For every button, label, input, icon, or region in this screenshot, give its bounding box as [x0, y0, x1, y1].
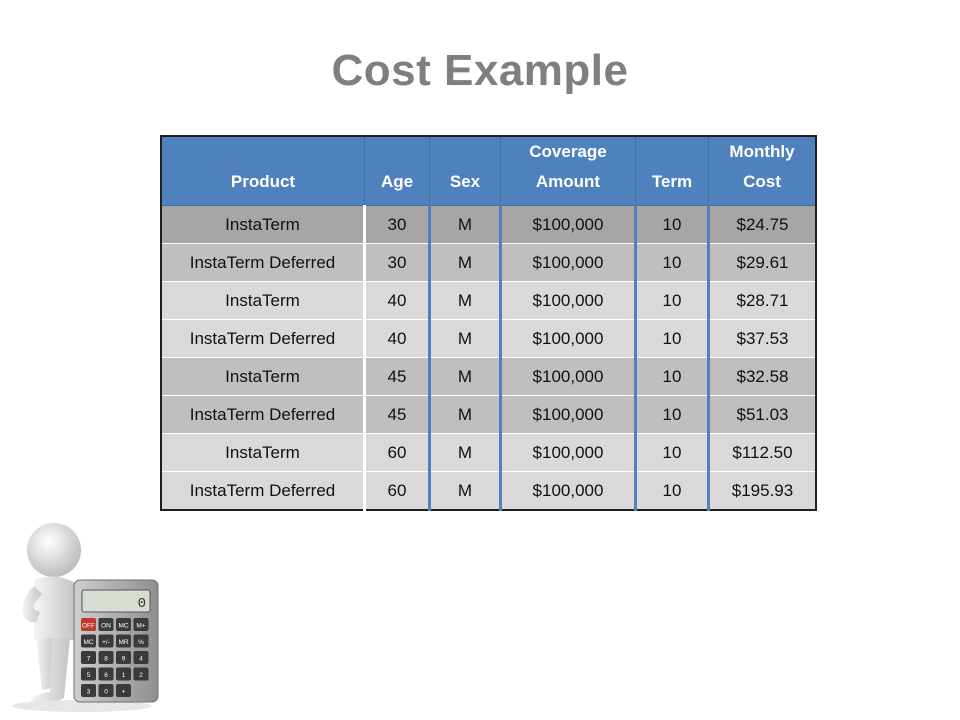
calculator-key-label: 9: [122, 656, 126, 663]
cell-age: 45: [364, 357, 431, 396]
calculator-key-label: MR: [118, 639, 128, 646]
cell-product: InstaTerm: [160, 433, 366, 472]
calculator-key-label: MC: [83, 639, 93, 646]
cell-product: InstaTerm Deferred: [160, 471, 366, 511]
calculator-key-label: M+: [136, 623, 145, 630]
cell-product: InstaTerm: [160, 205, 366, 244]
cell-sex: M: [429, 319, 502, 358]
person-body: [34, 576, 76, 640]
cell-term: 10: [635, 395, 710, 434]
calculator-key-label: 7: [87, 656, 91, 663]
header-product: Product: [160, 135, 365, 206]
calculator-key-label: +/-: [102, 639, 110, 646]
cell-monthly-cost: $112.50: [708, 433, 817, 472]
cell-coverage-amount: $100,000: [500, 357, 637, 396]
header-coverage-line1: Coverage: [529, 142, 607, 161]
calculator-key-label: 1: [122, 672, 126, 679]
cell-age: 60: [364, 433, 431, 472]
calculator-key-label: 4: [139, 656, 143, 663]
cell-monthly-cost: $32.58: [708, 357, 817, 396]
table-body: InstaTerm 30 M $100,000 10 $24.75 InstaTerm De…: [160, 205, 817, 511]
cell-term: 10: [635, 281, 710, 320]
cell-coverage-amount: $100,000: [500, 281, 637, 320]
calculator-key-label: 5: [87, 672, 91, 679]
cell-sex: M: [429, 433, 502, 472]
cell-term: 10: [635, 319, 710, 358]
calculator-key-label: +: [122, 689, 126, 696]
cell-coverage-amount: $100,000: [500, 243, 637, 282]
header-term: Term: [635, 135, 709, 206]
illustration-svg: 0 OFF ON MC M+ MC +/- MR % 7 8 9 4 5 6 1 2 3 0 +: [12, 523, 159, 712]
table-row: InstaTerm 30 M $100,000 10 $24.75: [160, 205, 817, 244]
page-title: Cost Example: [331, 46, 629, 95]
cell-age: 30: [364, 243, 431, 282]
table-row: InstaTerm Deferred 45 M $100,000 10 $51.03: [160, 395, 817, 434]
calculator-key-label: 6: [104, 672, 108, 679]
cell-coverage-amount: $100,000: [500, 205, 637, 244]
cell-coverage-amount: $100,000: [500, 433, 637, 472]
cell-sex: M: [429, 243, 502, 282]
cost-table: Product Age Sex Coverage Amount Term Mon…: [160, 135, 817, 511]
cell-monthly-cost: $37.53: [708, 319, 817, 358]
calculator-display-value: 0: [138, 596, 146, 612]
cell-sex: M: [429, 205, 502, 244]
header-coverage-line2: Amount: [535, 172, 601, 191]
table-row: InstaTerm 45 M $100,000 10 $32.58: [160, 357, 817, 396]
cell-monthly-cost: $195.93: [708, 471, 817, 511]
cell-age: 40: [364, 281, 431, 320]
cell-monthly-cost: $24.75: [708, 205, 817, 244]
header-sex: Sex: [429, 135, 501, 206]
calculator-key-label: OFF: [82, 623, 95, 630]
cell-term: 10: [635, 243, 710, 282]
calculator-key-label: 3: [87, 689, 91, 696]
cell-product: InstaTerm Deferred: [160, 395, 366, 434]
cell-monthly-cost: $28.71: [708, 281, 817, 320]
table-row: InstaTerm Deferred 30 M $100,000 10 $29.61: [160, 243, 817, 282]
header-monthly-cost: Monthly Cost: [708, 135, 817, 206]
cell-term: 10: [635, 433, 710, 472]
cell-product: InstaTerm: [160, 357, 366, 396]
cell-monthly-cost: $29.61: [708, 243, 817, 282]
cell-term: 10: [635, 471, 710, 511]
cell-term: 10: [635, 357, 710, 396]
cell-product: InstaTerm Deferred: [160, 319, 366, 358]
cell-term: 10: [635, 205, 710, 244]
table-row: InstaTerm Deferred 40 M $100,000 10 $37.53: [160, 319, 817, 358]
cell-product: InstaTerm Deferred: [160, 243, 366, 282]
table-row: InstaTerm 60 M $100,000 10 $112.50: [160, 433, 817, 472]
header-age: Age: [364, 135, 430, 206]
calculator-key-label: MC: [118, 623, 128, 630]
calculator-key-label: ON: [101, 623, 111, 630]
table-row: InstaTerm 40 M $100,000 10 $28.71: [160, 281, 817, 320]
calculator-key-label: 2: [139, 672, 143, 679]
header-monthly-line2: Cost: [743, 172, 781, 191]
cell-coverage-amount: $100,000: [500, 319, 637, 358]
cell-coverage-amount: $100,000: [500, 471, 637, 511]
cell-sex: M: [429, 395, 502, 434]
calculator-key-label: 0: [104, 689, 108, 696]
person-head: [27, 523, 81, 577]
cell-age: 60: [364, 471, 431, 511]
cell-age: 45: [364, 395, 431, 434]
cell-age: 30: [364, 205, 431, 244]
cell-monthly-cost: $51.03: [708, 395, 817, 434]
person-with-calculator-icon: 0 OFF ON MC M+ MC +/- MR% 7 8 9 4 5 6 1 2 3 0 +: [12, 520, 162, 715]
cell-coverage-amount: $100,000: [500, 395, 637, 434]
table-row: InstaTerm Deferred 60 M $100,000 10 $195.93: [160, 471, 817, 511]
cell-sex: M: [429, 281, 502, 320]
calculator-key-label: %: [138, 639, 144, 646]
header-coverage-amount: Coverage Amount: [500, 135, 636, 206]
table-header-row: Product Age Sex Coverage Amount Term Mon…: [160, 135, 817, 206]
cell-product: InstaTerm: [160, 281, 366, 320]
cell-sex: M: [429, 357, 502, 396]
header-monthly-line1: Monthly: [729, 142, 795, 161]
cell-age: 40: [364, 319, 431, 358]
calculator-key-label: 8: [104, 656, 108, 663]
cell-sex: M: [429, 471, 502, 511]
